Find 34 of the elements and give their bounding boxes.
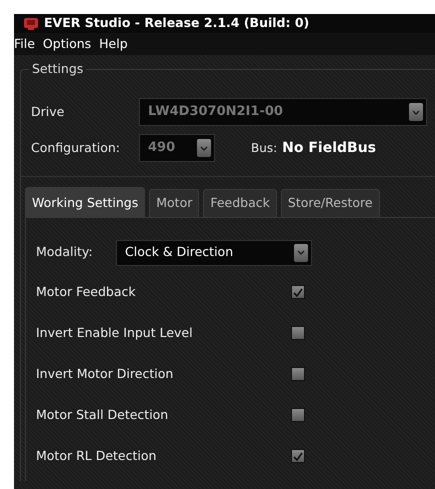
window-title: EVER Studio - Release 2.1.4 (Build: 0) bbox=[44, 14, 310, 32]
modality-label: Modality: bbox=[36, 243, 94, 262]
caret-icon bbox=[197, 139, 211, 157]
configuration-value: 490 bbox=[148, 139, 176, 158]
drive-value: LW4D3070N2I1-00 bbox=[148, 103, 283, 122]
menu-item[interactable]: Help bbox=[99, 34, 132, 54]
bus-value: No FieldBus bbox=[282, 138, 376, 158]
checkbox[interactable] bbox=[291, 285, 305, 300]
modality-value: Clock & Direction bbox=[125, 243, 234, 262]
tab[interactable]: Working Settings bbox=[25, 187, 146, 217]
option-label: Invert Enable Input Level bbox=[36, 324, 194, 342]
checkbox[interactable] bbox=[291, 367, 305, 382]
bus-label: Bus: bbox=[251, 140, 278, 157]
option-label: Motor RL Detection bbox=[36, 446, 158, 465]
option-label: Motor Stall Detection bbox=[36, 406, 170, 424]
group-title: Settings bbox=[29, 60, 86, 79]
tab[interactable]: Motor bbox=[149, 189, 200, 217]
menu-item[interactable]: File bbox=[14, 34, 39, 54]
drive-label: Drive bbox=[31, 102, 66, 121]
modality-dropdown[interactable]: Clock & Direction bbox=[116, 240, 312, 266]
tab[interactable]: Feedback bbox=[203, 189, 277, 217]
configuration-dropdown[interactable]: 490 bbox=[139, 134, 215, 162]
option-label: Invert Motor Direction bbox=[36, 364, 174, 383]
drive-dropdown[interactable]: LW4D3070N2I1-00 bbox=[139, 98, 427, 126]
tab[interactable]: Store/Restore bbox=[280, 189, 380, 217]
checkbox[interactable] bbox=[291, 408, 305, 422]
menu-item[interactable]: Options bbox=[42, 34, 96, 54]
option-label: Motor Feedback bbox=[36, 282, 137, 301]
caret-icon bbox=[294, 244, 308, 262]
checkbox[interactable] bbox=[291, 326, 305, 340]
configuration-label: Configuration: bbox=[31, 138, 121, 157]
caret-icon bbox=[409, 103, 423, 121]
checkbox[interactable] bbox=[291, 449, 305, 464]
app-icon bbox=[24, 18, 38, 30]
